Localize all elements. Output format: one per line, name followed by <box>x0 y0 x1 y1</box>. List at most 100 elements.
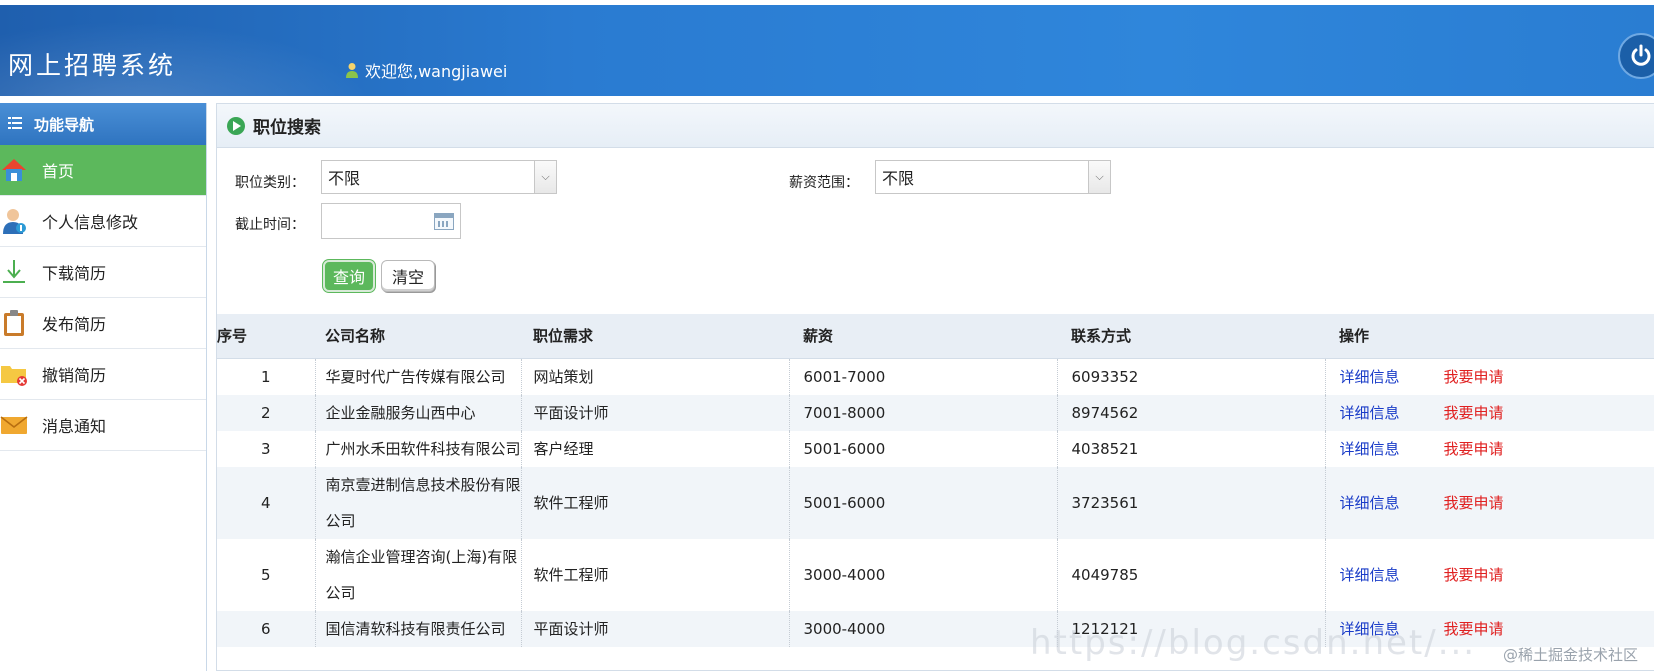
cell-position: 软件工程师 <box>521 466 790 539</box>
cell-company: 国信清软科技有限责任公司 <box>315 610 522 647</box>
sidebar-item-home[interactable]: 首页 <box>0 145 206 196</box>
sidebar-item-label: 消息通知 <box>42 417 107 436</box>
table-row: 4 南京壹进制信息技术股份有限公司 软件工程师 5001-6000 372356… <box>217 466 1654 539</box>
cell-salary: 6001-7000 <box>789 358 1058 395</box>
chevron-down-icon: ⌵ <box>534 161 556 193</box>
sidebar-item-label: 下载简历 <box>42 264 107 283</box>
cell-position: 客户经理 <box>521 430 790 467</box>
apply-link[interactable]: 我要申请 <box>1444 440 1504 458</box>
download-icon <box>0 258 28 286</box>
cell-contact: 3723561 <box>1057 466 1326 539</box>
job-table: 序号 公司名称 职位需求 薪资 联系方式 操作 1 华夏时代广告传媒有限公司 网… <box>217 314 1654 647</box>
panel-header: 职位搜索 <box>217 104 1654 148</box>
welcome-text: 欢迎您,wangjiawei <box>365 62 508 81</box>
cell-contact: 4049785 <box>1057 538 1326 611</box>
salary-label: 薪资范围： <box>789 175 859 191</box>
detail-link[interactable]: 详细信息 <box>1340 494 1400 512</box>
list-icon <box>8 115 22 133</box>
url-watermark: https://blog.csdn.net/... <box>1030 623 1477 663</box>
logout-button[interactable] <box>1618 33 1654 79</box>
apply-link[interactable]: 我要申请 <box>1444 404 1504 422</box>
mail-icon <box>0 411 28 439</box>
cell-position: 平面设计师 <box>521 394 790 431</box>
sidebar-nav: 功能导航 首页 个人信息修改 下载简历 发布简历 撤销简历 消息通知 <box>0 103 207 671</box>
cell-actions: 详细信息 我要申请 <box>1325 358 1654 395</box>
cell-salary: 3000-4000 <box>789 538 1058 611</box>
deadline-input[interactable] <box>321 203 461 239</box>
sidebar-heading: 功能导航 <box>0 103 206 145</box>
cell-actions: 详细信息 我要申请 <box>1325 466 1654 539</box>
detail-link[interactable]: 详细信息 <box>1340 404 1400 422</box>
query-button[interactable]: 查询 <box>323 260 375 292</box>
apply-link[interactable]: 我要申请 <box>1444 566 1504 584</box>
sidebar-item-revoke-resume[interactable]: 撤销简历 <box>0 349 206 400</box>
table-row: 1 华夏时代广告传媒有限公司 网站策划 6001-7000 6093352 详细… <box>217 358 1654 395</box>
cell-contact: 8974562 <box>1057 394 1326 431</box>
app-header: 网上招聘系统 欢迎您,wangjiawei <box>0 5 1654 96</box>
cell-no: 4 <box>217 466 316 539</box>
cell-company: 南京壹进制信息技术股份有限公司 <box>315 466 522 539</box>
cell-no: 2 <box>217 394 316 431</box>
col-header-company: 公司名称 <box>315 314 521 359</box>
chevron-down-icon: ⌵ <box>1088 161 1110 193</box>
cell-company: 广州水禾田软件科技有限公司 <box>315 430 522 467</box>
deadline-label: 截止时间： <box>235 217 305 233</box>
cell-no: 6 <box>217 610 316 647</box>
cell-contact: 6093352 <box>1057 358 1326 395</box>
site-watermark: @稀土掘金技术社区 <box>1502 646 1638 664</box>
cell-position: 网站策划 <box>521 358 790 395</box>
cell-position: 软件工程师 <box>521 538 790 611</box>
clear-button[interactable]: 清空 <box>381 260 435 292</box>
sidebar-item-label: 撤销简历 <box>42 366 107 385</box>
cell-no: 5 <box>217 538 316 611</box>
sidebar-item-label: 首页 <box>42 162 75 181</box>
sidebar-item-download-resume[interactable]: 下载简历 <box>0 247 206 298</box>
detail-link[interactable]: 详细信息 <box>1340 440 1400 458</box>
cell-actions: 详细信息 我要申请 <box>1325 431 1654 467</box>
panel-title: 职位搜索 <box>253 118 321 138</box>
user-icon <box>345 62 359 78</box>
category-label: 职位类别： <box>235 175 305 191</box>
salary-select[interactable]: 不限 ⌵ <box>875 160 1111 194</box>
user-edit-icon <box>0 207 28 235</box>
col-header-position: 职位需求 <box>521 314 789 359</box>
sidebar-heading-label: 功能导航 <box>34 115 95 134</box>
cell-position: 平面设计师 <box>521 610 790 647</box>
table-header-row: 序号 公司名称 职位需求 薪资 联系方式 操作 <box>217 314 1654 359</box>
sidebar-item-publish-resume[interactable]: 发布简历 <box>0 298 206 349</box>
sidebar-item-label: 个人信息修改 <box>42 213 139 232</box>
table-row: 2 企业金融服务山西中心 平面设计师 7001-8000 8974562 详细信… <box>217 394 1654 431</box>
col-header-salary: 薪资 <box>789 314 1057 359</box>
cell-salary: 5001-6000 <box>789 466 1058 539</box>
calendar-icon[interactable] <box>434 213 454 230</box>
col-header-no: 序号 <box>217 314 315 359</box>
category-select[interactable]: 不限 ⌵ <box>321 160 557 194</box>
cell-salary: 7001-8000 <box>789 394 1058 431</box>
clipboard-icon <box>0 309 28 337</box>
play-icon <box>227 116 245 135</box>
home-icon <box>0 156 28 184</box>
cell-no: 3 <box>217 430 316 467</box>
job-search-panel: 职位搜索 职位类别： 不限 ⌵ 薪资范围： 不限 ⌵ 截止时间： 查询 清空 序… <box>216 103 1654 671</box>
cell-company: 瀚信企业管理咨询(上海)有限公司 <box>315 538 522 611</box>
welcome-message: 欢迎您,wangjiawei <box>345 58 507 82</box>
cell-company: 华夏时代广告传媒有限公司 <box>315 358 522 395</box>
cell-salary: 5001-6000 <box>789 430 1058 467</box>
sidebar-item-notifications[interactable]: 消息通知 <box>0 400 206 451</box>
cell-contact: 4038521 <box>1057 430 1326 467</box>
folder-remove-icon <box>0 360 28 388</box>
col-header-contact: 联系方式 <box>1057 314 1325 359</box>
col-header-actions: 操作 <box>1325 314 1654 359</box>
cell-no: 1 <box>217 358 316 395</box>
sidebar-item-profile[interactable]: 个人信息修改 <box>0 196 206 247</box>
cell-salary: 3000-4000 <box>789 610 1058 647</box>
cell-actions: 详细信息 我要申请 <box>1325 539 1654 611</box>
detail-link[interactable]: 详细信息 <box>1340 566 1400 584</box>
apply-link[interactable]: 我要申请 <box>1444 368 1504 386</box>
power-icon <box>1631 44 1651 66</box>
salary-value: 不限 <box>882 169 915 188</box>
detail-link[interactable]: 详细信息 <box>1340 368 1400 386</box>
cell-actions: 详细信息 我要申请 <box>1325 394 1654 431</box>
apply-link[interactable]: 我要申请 <box>1444 494 1504 512</box>
app-title: 网上招聘系统 <box>8 51 177 80</box>
